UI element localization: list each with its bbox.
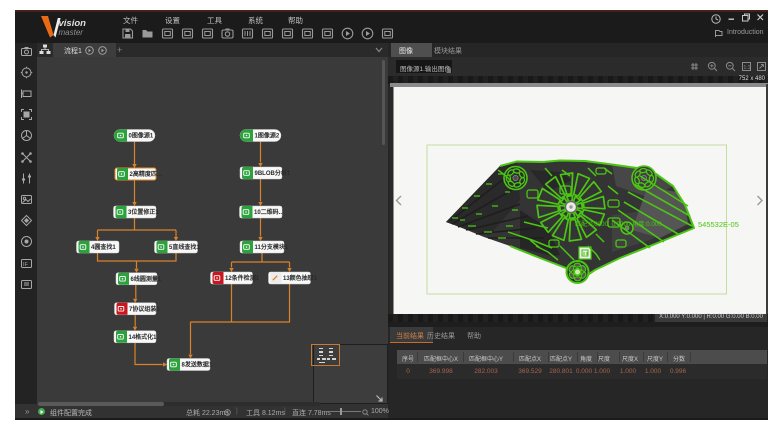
svg-text:匹配:0.0000, 0.0000 角度:0.000: 匹配:0.0000, 0.0000 角度:0.000 — [575, 220, 662, 228]
svg-text:1:1: 1:1 — [743, 65, 750, 71]
svg-text:13颜色抽取1: 13颜色抽取1 — [283, 274, 318, 282]
svg-text:2高精度匹...: 2高精度匹... — [130, 170, 163, 178]
svg-text:0图像源1: 0图像源1 — [129, 132, 154, 140]
svg-text:12条件检测1: 12条件检测1 — [225, 274, 260, 282]
svg-text:8发送数据1: 8发送数据1 — [182, 361, 213, 369]
svg-text:9BLOB分析1: 9BLOB分析1 — [255, 169, 291, 177]
svg-text:3位置修正1: 3位置修正1 — [128, 208, 159, 216]
svg-text:IF: IF — [23, 262, 29, 268]
svg-text:4圆查找1: 4圆查找1 — [91, 243, 116, 251]
svg-text:11分支模块1: 11分支模块1 — [255, 243, 289, 251]
svg-text:6线圆测量1: 6线圆测量1 — [131, 275, 162, 283]
svg-text:5直线查找1: 5直线查找1 — [169, 243, 200, 251]
svg-text:1图像源2: 1图像源2 — [255, 132, 280, 140]
svg-text:545532E-05: 545532E-05 — [698, 220, 739, 229]
svg-text:14格式化1: 14格式化1 — [129, 333, 158, 341]
svg-text:master: master — [59, 28, 84, 37]
svg-text:10二维码...: 10二维码... — [254, 208, 284, 216]
svg-text:7协议组装1: 7协议组装1 — [129, 305, 160, 313]
